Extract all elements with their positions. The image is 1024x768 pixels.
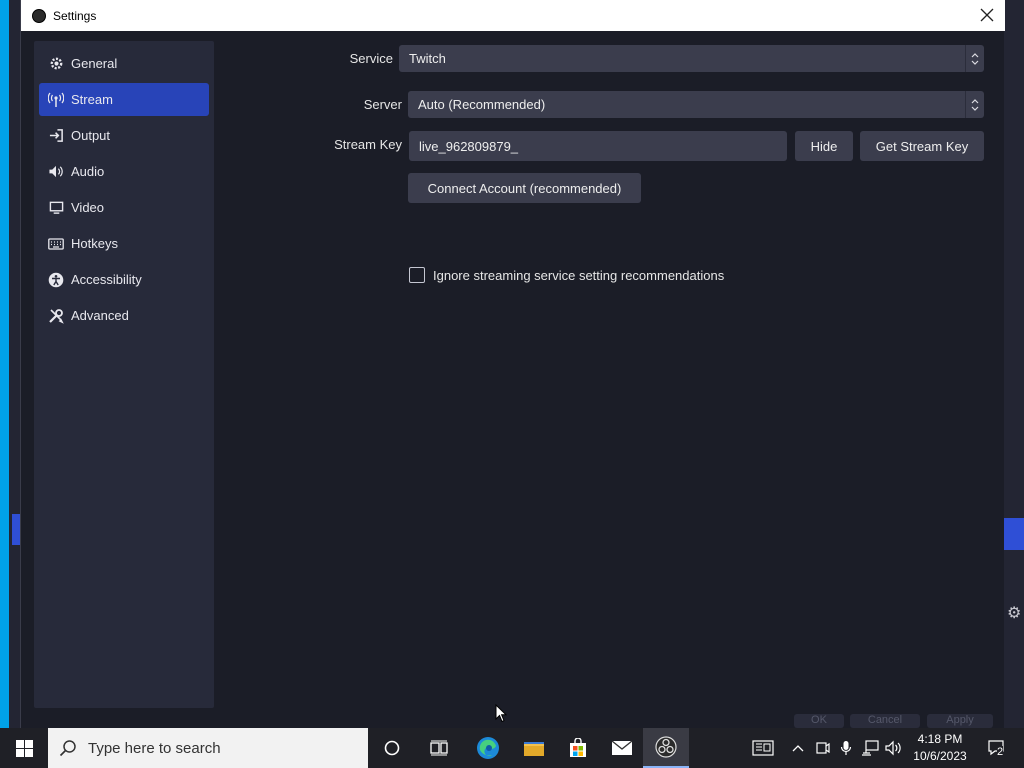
chevron-updown-icon xyxy=(965,45,984,72)
camera-icon xyxy=(816,742,830,754)
server-label: Server xyxy=(363,97,402,112)
close-button[interactable] xyxy=(975,4,999,26)
apply-button[interactable]: Apply xyxy=(927,714,993,728)
edge-browser-icon xyxy=(477,737,499,759)
stream-key-label: Stream Key xyxy=(334,137,402,152)
sidebar-item-output[interactable]: Output xyxy=(39,119,209,152)
obs-app-button[interactable] xyxy=(643,728,689,768)
close-icon xyxy=(980,8,994,22)
microphone-button[interactable] xyxy=(837,728,855,768)
action-center-button[interactable]: 2 xyxy=(980,728,1016,768)
task-view-icon xyxy=(430,740,448,756)
news-widget-button[interactable] xyxy=(748,728,778,768)
sidebar-item-stream[interactable]: Stream xyxy=(39,83,209,116)
service-select[interactable]: Twitch xyxy=(399,45,984,72)
taskbar-search-box[interactable]: Type here to search xyxy=(48,728,368,768)
file-explorer-button[interactable] xyxy=(511,728,557,768)
monitor-icon xyxy=(48,200,64,216)
speaker-icon xyxy=(885,740,901,756)
checkbox-box[interactable] xyxy=(409,267,425,283)
show-hidden-icons-button[interactable] xyxy=(789,728,807,768)
search-icon xyxy=(48,739,88,757)
clock-time: 4:18 PM xyxy=(917,732,963,746)
mail-envelope-icon xyxy=(611,740,633,755)
dialog-titlebar: Settings xyxy=(21,0,1005,31)
ignore-recommendations-label: Ignore streaming service setting recomme… xyxy=(433,267,725,283)
server-select[interactable]: Auto (Recommended) xyxy=(408,91,984,118)
obs-scene-selected-left xyxy=(12,514,20,545)
store-app-button[interactable] xyxy=(555,728,601,768)
sidebar-item-audio[interactable]: Audio xyxy=(39,155,209,188)
obs-settings-gear-icon[interactable]: ⚙ xyxy=(1007,603,1021,623)
sidebar-item-accessibility[interactable]: Accessibility xyxy=(39,263,209,296)
notification-count-badge: 2 xyxy=(997,746,1004,758)
meet-now-button[interactable] xyxy=(813,728,833,768)
sidebar-item-label: Accessibility xyxy=(71,272,142,287)
task-view-button[interactable] xyxy=(416,728,462,768)
start-button[interactable] xyxy=(0,728,48,768)
sidebar-item-label: Advanced xyxy=(71,308,129,323)
connect-account-button[interactable]: Connect Account (recommended) xyxy=(408,173,641,203)
volume-button[interactable] xyxy=(883,728,905,768)
network-button[interactable] xyxy=(859,728,881,768)
settings-dialog: Settings General Stream Output Audio Vid… xyxy=(20,0,1005,728)
cancel-button[interactable]: Cancel xyxy=(850,714,920,728)
network-icon xyxy=(862,740,879,756)
server-value: Auto (Recommended) xyxy=(418,97,546,112)
get-stream-key-button[interactable]: Get Stream Key xyxy=(860,131,984,161)
settings-sidebar: General Stream Output Audio Video Hotkey… xyxy=(34,41,214,708)
edge-app-button[interactable] xyxy=(465,728,511,768)
stream-key-value: live_962809879_ xyxy=(419,138,519,154)
cortana-circle-icon xyxy=(384,740,400,756)
output-icon xyxy=(48,128,64,144)
stream-key-input[interactable]: live_962809879_ xyxy=(409,131,787,161)
mail-app-button[interactable] xyxy=(599,728,645,768)
chevron-updown-icon xyxy=(965,91,984,118)
sidebar-item-label: Hotkeys xyxy=(71,236,118,251)
tools-icon xyxy=(48,308,64,324)
hide-key-button[interactable]: Hide xyxy=(795,131,853,161)
keyboard-icon xyxy=(48,236,64,252)
sidebar-item-label: Output xyxy=(71,128,111,143)
sidebar-item-general[interactable]: General xyxy=(39,47,209,80)
service-value: Twitch xyxy=(409,51,446,66)
taskbar-clock[interactable]: 4:18 PM 10/6/2023 xyxy=(906,728,974,768)
dialog-title: Settings xyxy=(53,8,97,23)
ok-button[interactable]: OK xyxy=(794,714,844,728)
search-placeholder: Type here to search xyxy=(88,739,221,757)
sidebar-item-label: Audio xyxy=(71,164,105,179)
obs-control-selected-right xyxy=(1004,518,1024,550)
gear-icon xyxy=(48,56,64,72)
desktop-wallpaper-strip xyxy=(0,0,9,728)
windows-logo-icon xyxy=(15,739,33,757)
ignore-recommendations-checkbox[interactable]: Ignore streaming service setting recomme… xyxy=(409,267,724,283)
obs-logo-icon xyxy=(655,736,677,758)
sidebar-item-label: General xyxy=(71,56,118,71)
clock-date: 10/6/2023 xyxy=(913,749,967,763)
sidebar-item-label: Video xyxy=(71,200,105,215)
news-icon xyxy=(752,740,774,756)
obs-logo-icon xyxy=(32,8,46,23)
microphone-icon xyxy=(840,741,852,755)
store-bag-icon xyxy=(570,738,586,757)
sidebar-item-hotkeys[interactable]: Hotkeys xyxy=(39,227,209,260)
speaker-icon xyxy=(48,164,64,180)
accessibility-icon xyxy=(48,272,64,288)
mouse-cursor-icon xyxy=(495,703,508,726)
sidebar-item-advanced[interactable]: Advanced xyxy=(39,299,209,332)
chevron-up-icon xyxy=(792,745,804,752)
sidebar-item-label: Stream xyxy=(71,92,113,107)
sidebar-item-video[interactable]: Video xyxy=(39,191,209,224)
antenna-icon xyxy=(48,92,64,108)
cortana-button[interactable] xyxy=(369,728,415,768)
service-label: Service xyxy=(349,51,393,66)
folder-icon xyxy=(524,742,544,756)
